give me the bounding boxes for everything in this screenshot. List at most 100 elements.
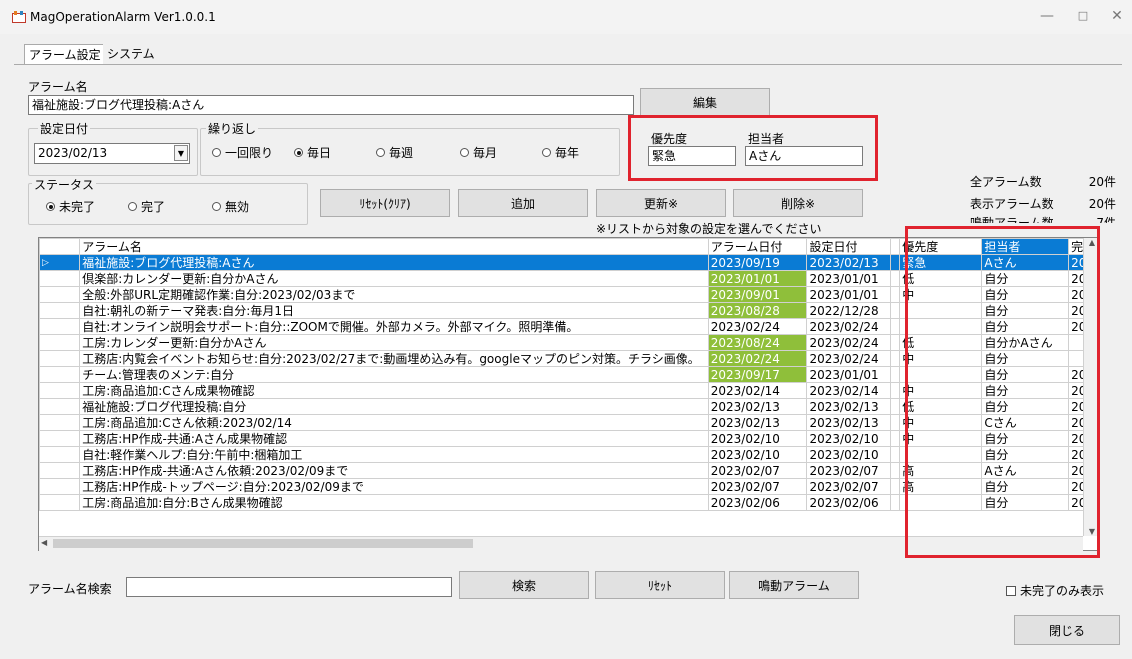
cell-set-date: 2023/02/07 — [806, 462, 892, 479]
row-header — [39, 478, 81, 495]
status-disabled-radio[interactable]: 無効 — [212, 198, 249, 215]
total-alarms-label: 全アラーム数 — [970, 175, 1042, 189]
cell-spacer — [890, 478, 901, 495]
cell-spacer — [890, 430, 901, 447]
search-label: アラーム名検索 — [28, 582, 112, 596]
search-input[interactable] — [126, 577, 452, 597]
cell-spacer — [890, 254, 901, 271]
row-header — [39, 462, 81, 479]
cell-name: 工房:商品追加:自分:Bさん成果物確認 — [79, 494, 709, 511]
repeat-once-radio[interactable]: 一回限り — [212, 144, 273, 161]
alarm-name-label: アラーム名 — [28, 80, 88, 94]
cell-alarm-date: 2023/02/24 — [707, 350, 808, 367]
cell-alarm-date: 2023/02/07 — [707, 462, 808, 479]
cell-spacer — [890, 286, 901, 303]
cell-set-date: 2023/02/24 — [806, 318, 892, 335]
cell-set-date: 2023/01/01 — [806, 286, 892, 303]
cell-name: 福祉施設:ブログ代理投稿:Aさん — [79, 254, 709, 271]
shown-alarms-value: 20件 — [1088, 197, 1116, 211]
ringing-alarms-label: 鳴動アラーム数 — [970, 216, 1054, 223]
cell-spacer — [890, 494, 901, 511]
cell-name: 工房:カレンダー更新:自分かAさん — [79, 334, 709, 351]
radio-icon — [212, 202, 221, 211]
repeat-monthly-radio[interactable]: 毎月 — [460, 144, 497, 161]
cell-alarm-date: 2023/09/01 — [707, 286, 808, 303]
date-value: 2023/02/13 — [38, 146, 108, 160]
cell-set-date: 2023/02/24 — [806, 350, 892, 367]
selection-note: ※リストから対象の設定を選んでください — [596, 222, 822, 236]
cell-alarm-date: 2023/08/24 — [707, 334, 808, 351]
add-button[interactable]: 追加 — [458, 189, 588, 217]
row-header — [39, 286, 81, 303]
search-button[interactable]: 検索 — [459, 571, 589, 599]
close-button[interactable]: 閉じる — [1014, 615, 1120, 645]
cell-alarm-date: 2023/02/10 — [707, 430, 808, 447]
cell-set-date: 2023/02/13 — [806, 254, 892, 271]
cell-set-date: 2023/01/01 — [806, 366, 892, 383]
reset-clear-button[interactable]: ﾘｾｯﾄ(ｸﾘｱ) — [320, 189, 450, 217]
status-complete-radio[interactable]: 完了 — [128, 198, 165, 215]
maximize-button[interactable]: □ — [1072, 6, 1094, 26]
ringing-alarms-value: 7件 — [1096, 216, 1116, 223]
ringing-alarm-button[interactable]: 鳴動アラーム — [729, 571, 859, 599]
row-header — [39, 270, 81, 287]
cell-name: 自社:朝礼の新テーマ発表:自分:毎月1日 — [79, 302, 709, 319]
cell-name: 自社:軽作業ヘルプ:自分:午前中:梱箱加工 — [79, 446, 709, 463]
row-header — [39, 494, 81, 511]
column-header-set-date[interactable]: 設定日付 — [806, 238, 892, 255]
scroll-left-icon[interactable]: ◀ — [41, 538, 47, 547]
cell-name: 福祉施設:ブログ代理投稿:自分 — [79, 398, 709, 415]
repeat-weekly-radio[interactable]: 毎週 — [376, 144, 413, 161]
repeat-yearly-radio[interactable]: 毎年 — [542, 144, 579, 161]
cell-spacer — [890, 334, 901, 351]
date-group-label: 設定日付 — [38, 120, 91, 137]
cell-alarm-date: 2023/08/28 — [707, 302, 808, 319]
edit-button[interactable]: 編集 — [640, 88, 770, 116]
row-header — [39, 366, 81, 383]
column-header-name[interactable]: アラーム名 — [79, 238, 709, 255]
cell-alarm-date: 2023/02/14 — [707, 382, 808, 399]
radio-selected-icon — [294, 148, 303, 157]
app-icon — [12, 11, 26, 23]
column-header-alarm-date[interactable]: アラーム日付 — [707, 238, 808, 255]
row-header — [39, 334, 81, 351]
cell-alarm-date: 2023/02/10 — [707, 446, 808, 463]
minimize-button[interactable]: — — [1036, 6, 1058, 26]
only-incomplete-checkbox[interactable]: 未完了のみ表示 — [1006, 582, 1104, 599]
tab-system[interactable]: システム — [103, 44, 159, 64]
update-button[interactable]: 更新※ — [596, 189, 726, 217]
delete-button[interactable]: 削除※ — [733, 189, 863, 217]
radio-icon — [212, 148, 221, 157]
cell-spacer — [890, 446, 901, 463]
scroll-thumb[interactable] — [53, 539, 473, 548]
cell-name: チーム:管理表のメンテ:自分 — [79, 366, 709, 383]
reset-button[interactable]: ﾘｾｯﾄ — [595, 571, 725, 599]
cell-name: 工房:商品追加:Cさん依頼:2023/02/14 — [79, 414, 709, 431]
cell-alarm-date: 2023/02/13 — [707, 414, 808, 431]
cell-alarm-date: 2023/02/07 — [707, 478, 808, 495]
annotation-box-grid — [905, 226, 1100, 558]
status-incomplete-radio[interactable]: 未完了 — [46, 198, 95, 215]
cell-set-date: 2023/02/10 — [806, 430, 892, 447]
cell-name: 工務店:HP作成-トップページ:自分:2023/02/09まで — [79, 478, 709, 495]
radio-selected-icon — [46, 202, 55, 211]
cell-set-date: 2023/02/13 — [806, 398, 892, 415]
annotation-box-priority — [628, 115, 878, 181]
cell-set-date: 2023/02/24 — [806, 334, 892, 351]
repeat-group-label: 繰り返し — [206, 120, 259, 137]
cell-set-date: 2023/01/01 — [806, 270, 892, 287]
repeat-daily-radio[interactable]: 毎日 — [294, 144, 331, 161]
tab-alarm-settings[interactable]: アラーム設定 — [24, 44, 106, 65]
window-title: MagOperationAlarm Ver1.0.0.1 — [30, 10, 216, 24]
row-header — [39, 446, 81, 463]
shown-alarms-label: 表示アラーム数 — [970, 197, 1054, 211]
cell-set-date: 2023/02/07 — [806, 478, 892, 495]
chevron-down-icon[interactable]: ▼ — [174, 145, 188, 161]
tab-divider — [14, 64, 1122, 65]
cell-spacer — [890, 382, 901, 399]
date-picker[interactable]: 2023/02/13 — [34, 143, 190, 164]
alarm-name-input[interactable]: 福祉施設:ブログ代理投稿:Aさん — [28, 95, 634, 115]
total-alarms-value: 20件 — [1088, 175, 1116, 189]
close-window-button[interactable]: ✕ — [1106, 6, 1128, 26]
cell-set-date: 2022/12/28 — [806, 302, 892, 319]
